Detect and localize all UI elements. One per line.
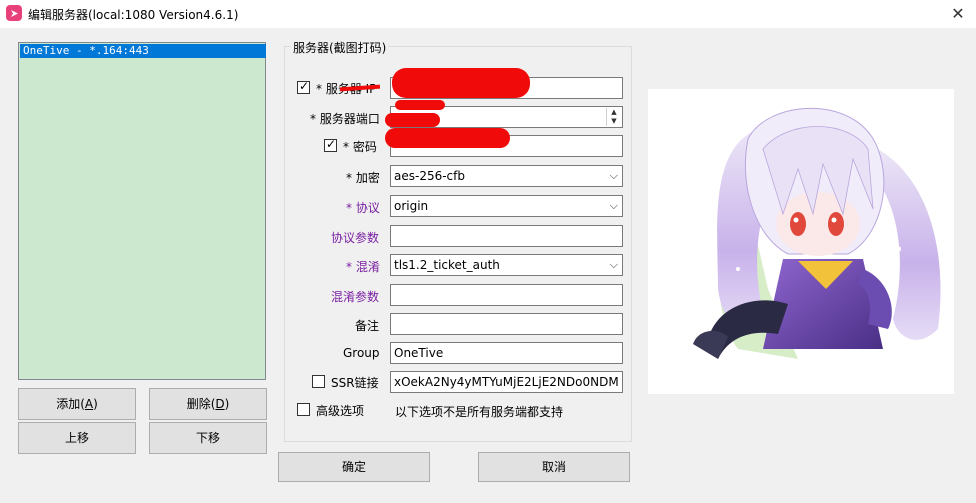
group-box-title: 服务器(截图打码) (291, 39, 389, 56)
window-title: 编辑服务器(local:1080 Version4.6.1) (28, 8, 239, 22)
delete-mnemonic: D (215, 397, 225, 411)
protocol-param-label: 协议参数 (331, 231, 380, 245)
encryption-value: aes-256-cfb (394, 169, 465, 183)
obfs-param-label: 混淆参数 (331, 290, 380, 304)
qr-code-image (648, 89, 954, 394)
protocol-select[interactable]: origin ⌵ (390, 195, 623, 217)
add-button[interactable]: 添加(A) (18, 388, 136, 420)
password-label: * 密码 (343, 140, 377, 154)
anime-avatar-image (693, 107, 941, 359)
obfs-param-field[interactable] (390, 284, 623, 306)
server-port-label: * 服务器端口 (310, 112, 380, 126)
chevron-down-icon[interactable]: ⌵ (610, 196, 618, 216)
delete-button-label: 删除( (186, 397, 216, 411)
stepper-up-icon[interactable]: ▲ (607, 108, 621, 117)
encryption-label: * 加密 (346, 171, 380, 185)
redaction-mark (385, 128, 510, 148)
obfs-select[interactable]: tls1.2_ticket_auth ⌵ (390, 254, 623, 276)
close-icon[interactable]: ✕ (946, 3, 970, 25)
ok-button[interactable]: 确定 (278, 452, 430, 482)
obfs-label: * 混淆 (346, 260, 380, 274)
add-mnemonic: A (84, 397, 94, 411)
move-down-button[interactable]: 下移 (149, 422, 267, 454)
ssr-link-label: SSR链接 (331, 376, 379, 390)
remarks-field[interactable] (390, 313, 623, 335)
check-icon: ✓ (326, 137, 337, 151)
stepper-down-icon[interactable]: ▼ (607, 117, 621, 126)
add-suffix: ) (93, 397, 98, 411)
list-item[interactable]: OneTive - *.164:443 (20, 44, 266, 58)
password-checkbox[interactable]: ✓ (324, 137, 337, 152)
delete-suffix: ) (224, 397, 230, 411)
cancel-button[interactable]: 取消 (478, 452, 630, 482)
group-field[interactable]: OneTive (390, 342, 623, 364)
advanced-note: 以下选项不是所有服务端都支持 (395, 405, 564, 419)
group-label: Group (343, 346, 380, 360)
ssr-link-checkbox[interactable] (312, 375, 325, 388)
delete-button[interactable]: 删除(D) (149, 388, 267, 420)
remarks-label: 备注 (355, 319, 380, 333)
advanced-checkbox[interactable] (297, 403, 310, 416)
redaction-mark (392, 68, 530, 98)
advanced-label: 高级选项 (316, 404, 365, 418)
check-icon: ✓ (299, 79, 310, 93)
protocol-value: origin (394, 199, 429, 213)
chevron-down-icon[interactable]: ⌵ (610, 255, 618, 275)
chevron-down-icon[interactable]: ⌵ (610, 166, 618, 186)
server-ip-checkbox[interactable]: ✓ (297, 79, 310, 94)
ssr-link-field[interactable]: xOekA2Ny4yMTYuMjE2LjE2NDo0NDM (390, 371, 623, 393)
title-bar: 编辑服务器(local:1080 Version4.6.1) ✕ (0, 0, 976, 28)
server-list[interactable]: OneTive - *.164:443 (18, 42, 266, 380)
encryption-select[interactable]: aes-256-cfb ⌵ (390, 165, 623, 187)
redaction-mark (385, 113, 440, 127)
app-icon (6, 5, 22, 21)
protocol-param-field[interactable] (390, 225, 623, 247)
add-button-label: 添加( (56, 397, 85, 411)
move-up-button[interactable]: 上移 (18, 422, 136, 454)
obfs-value: tls1.2_ticket_auth (394, 258, 500, 272)
redaction-mark (395, 100, 445, 110)
port-stepper[interactable]: ▲ ▼ (606, 108, 621, 126)
protocol-label: * 协议 (346, 201, 380, 215)
